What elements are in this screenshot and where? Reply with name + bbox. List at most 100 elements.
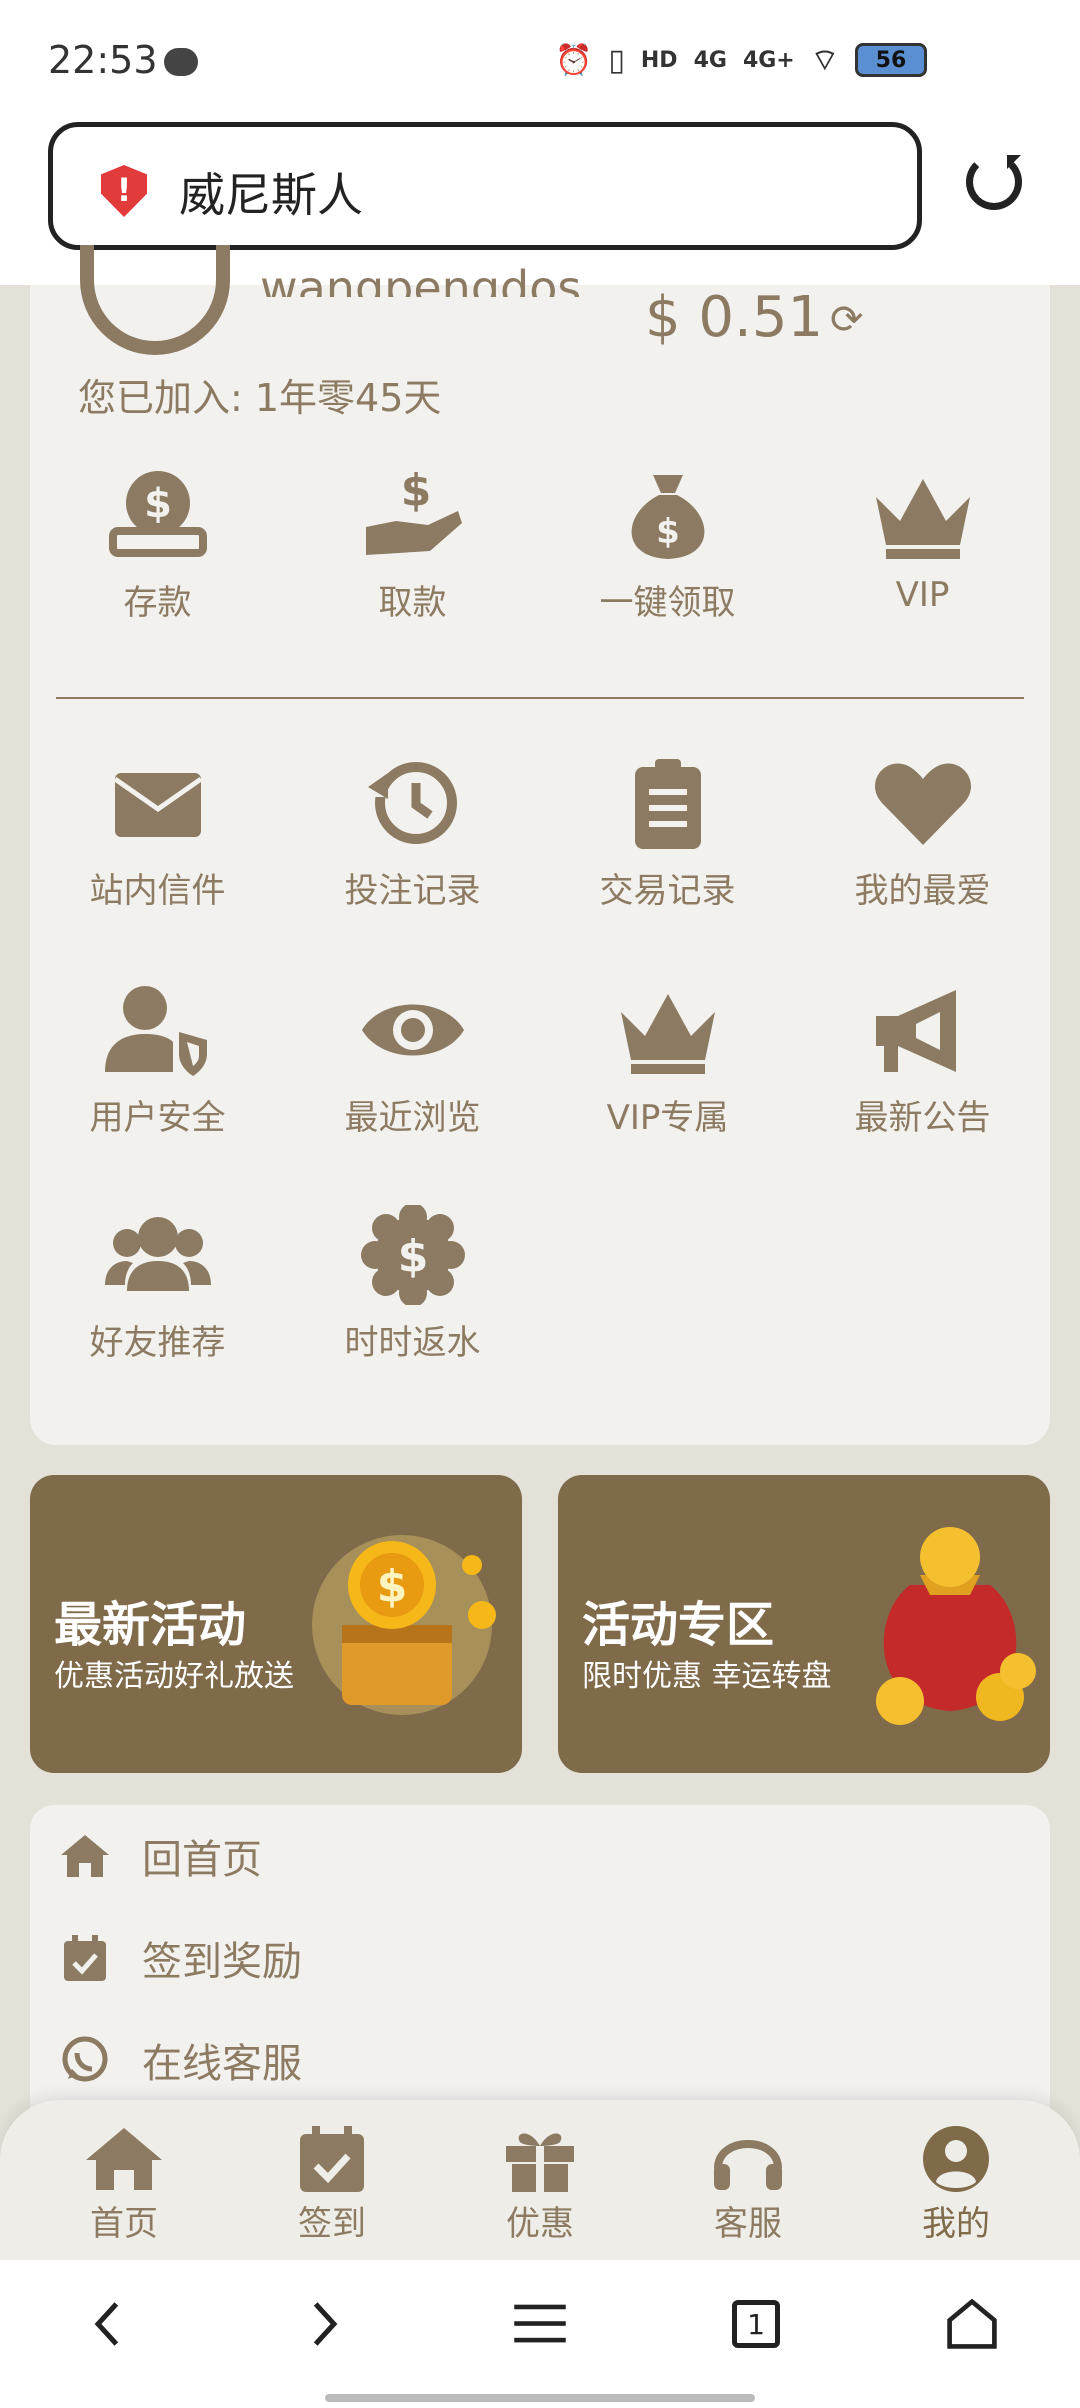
transactions-button[interactable]: 交易记录 xyxy=(540,753,795,912)
promo-title: 活动专区 xyxy=(582,1597,775,1653)
tab-support[interactable]: 客服 xyxy=(658,2124,838,2260)
vibrate-icon: ▯ xyxy=(608,42,625,78)
status-time: 22:53 xyxy=(48,38,158,82)
announcements-label: 最新公告 xyxy=(854,1098,991,1138)
reload-icon[interactable] xyxy=(966,154,1022,210)
tab-label: 客服 xyxy=(714,2204,782,2244)
vip-label: VIP xyxy=(895,575,950,615)
recent-browse-label: 最近浏览 xyxy=(344,1098,481,1138)
avatar[interactable] xyxy=(80,245,230,355)
promo-activity-zone[interactable]: 活动专区 限时优惠 幸运转盘 xyxy=(558,1475,1050,1773)
menu-item-home[interactable]: 回首页 xyxy=(58,1827,262,1885)
home-icon xyxy=(61,1835,109,1877)
favorites-button[interactable]: 我的最爱 xyxy=(795,753,1050,912)
calendar-check-icon xyxy=(300,2126,364,2192)
dollar-badge-icon: $ xyxy=(360,1205,465,1305)
user-security-label: 用户安全 xyxy=(89,1098,226,1138)
claim-all-label: 一键领取 xyxy=(599,583,736,623)
joined-duration: 您已加入: 1年零45天 xyxy=(78,376,442,420)
bet-history-button[interactable]: 投注记录 xyxy=(285,753,540,912)
balance: $ 0.51 xyxy=(645,285,824,350)
tab-promotions[interactable]: 优惠 xyxy=(450,2124,630,2260)
address-text[interactable]: 威尼斯人 xyxy=(179,159,363,225)
back-button[interactable] xyxy=(58,2284,158,2364)
vip-exclusive-button[interactable]: VIP专属 xyxy=(540,980,795,1139)
hd-icon: HD xyxy=(640,47,678,73)
home-outline-icon xyxy=(947,2298,997,2349)
vip-button[interactable]: VIP xyxy=(795,465,1050,624)
browser-navigation-bar: 1 xyxy=(0,2260,1080,2408)
home-button[interactable] xyxy=(922,2284,1022,2364)
treasure-chest-icon: $ xyxy=(312,1535,496,1715)
alarm-icon: ⏰ xyxy=(555,42,593,78)
tab-count: 1 xyxy=(747,2307,765,2341)
user-circle-icon xyxy=(923,2126,989,2192)
user-security-button[interactable]: 用户安全 xyxy=(30,980,285,1139)
deposit-label: 存款 xyxy=(123,583,192,623)
promo-latest-activities[interactable]: $ 最新活动 优惠活动好礼放送 xyxy=(30,1475,522,1773)
promo-subtitle: 优惠活动好礼放送 xyxy=(54,1659,294,1694)
deposit-button[interactable]: $ 存款 xyxy=(30,465,285,624)
hand-dollar-icon: $ xyxy=(365,465,462,555)
home-icon xyxy=(86,2128,162,2190)
tab-profile[interactable]: 我的 xyxy=(866,2124,1046,2260)
gesture-handle[interactable] xyxy=(325,2394,755,2402)
gift-icon xyxy=(506,2133,574,2192)
address-bar[interactable]: ! 威尼斯人 xyxy=(48,122,922,250)
chevron-left-icon xyxy=(94,2302,119,2346)
menu-item-checkin[interactable]: 签到奖励 xyxy=(58,1929,302,1987)
battery-icon: 56 xyxy=(854,43,927,77)
feature-row-1: 站内信件 投注记录 交易记录 我的最爱 xyxy=(30,753,1050,912)
favorites-label: 我的最爱 xyxy=(854,871,991,911)
calendar-check-icon xyxy=(64,1935,106,1981)
tab-label: 签到 xyxy=(298,2204,366,2244)
users-icon xyxy=(104,1217,211,1291)
heart-icon xyxy=(874,763,971,845)
recent-browse-button[interactable]: 最近浏览 xyxy=(285,980,540,1139)
refresh-balance-icon[interactable]: ⟳ xyxy=(830,297,864,343)
username: wangpengdos xyxy=(260,261,582,297)
menu-item-support[interactable]: 在线客服 xyxy=(58,2031,302,2089)
user-shield-icon xyxy=(104,986,207,1076)
feature-row-2: 用户安全 最近浏览 VIP专属 最新公告 xyxy=(30,980,1050,1139)
headset-icon xyxy=(714,2140,782,2190)
svg-text:$: $ xyxy=(397,1231,428,1282)
tab-label: 优惠 xyxy=(506,2204,574,2244)
referral-label: 好友推荐 xyxy=(89,1323,226,1363)
security-warning-icon[interactable]: ! xyxy=(101,165,147,217)
rebate-button[interactable]: $ 时时返水 xyxy=(285,1205,540,1364)
referral-button[interactable]: 好友推荐 xyxy=(30,1205,285,1364)
tab-home[interactable]: 首页 xyxy=(34,2124,214,2260)
messages-label: 站内信件 xyxy=(89,871,226,911)
chat-notification-icon xyxy=(164,48,198,76)
vip-exclusive-label: VIP专属 xyxy=(606,1098,729,1138)
megaphone-icon xyxy=(875,990,956,1072)
status-icons: ⏰ ▯ HD 4G 4G+ ⌔ 56 xyxy=(555,38,927,82)
eye-icon xyxy=(361,1004,464,1056)
tabs-button[interactable]: 1 xyxy=(706,2284,806,2364)
dollar-coin-icon: $ xyxy=(108,471,207,557)
tab-count-icon: 1 xyxy=(732,2300,780,2348)
menu-list: 回首页 签到奖励 在线客服 xyxy=(30,1805,1050,2115)
withdraw-label: 取款 xyxy=(378,583,447,623)
svg-text:$: $ xyxy=(400,465,431,516)
bet-history-label: 投注记录 xyxy=(344,871,481,911)
claim-all-button[interactable]: $ 一键领取 xyxy=(540,465,795,624)
crown-icon xyxy=(875,479,970,559)
menu-button[interactable] xyxy=(490,2284,590,2364)
announcements-button[interactable]: 最新公告 xyxy=(795,980,1050,1139)
svg-text:$: $ xyxy=(656,512,680,552)
tab-checkin[interactable]: 签到 xyxy=(242,2124,422,2260)
account-card: wangpengdos $ 0.51 ⟳ 您已加入: 1年零45天 $ 存款 $… xyxy=(30,245,1050,1445)
feature-row-3: 好友推荐 $ 时时返水 xyxy=(30,1205,1050,1364)
signal-4g-plus-icon: 4G+ xyxy=(742,47,795,73)
promo-title: 最新活动 xyxy=(54,1597,247,1653)
money-bag-icon: $ xyxy=(631,475,704,559)
lucky-bag-icon xyxy=(876,1527,1036,1725)
withdraw-button[interactable]: $ 取款 xyxy=(285,465,540,624)
envelope-icon xyxy=(113,773,202,837)
forward-button[interactable] xyxy=(274,2284,374,2364)
messages-button[interactable]: 站内信件 xyxy=(30,753,285,912)
signal-4g-icon: 4G xyxy=(693,47,727,73)
whatsapp-icon xyxy=(62,2036,108,2082)
